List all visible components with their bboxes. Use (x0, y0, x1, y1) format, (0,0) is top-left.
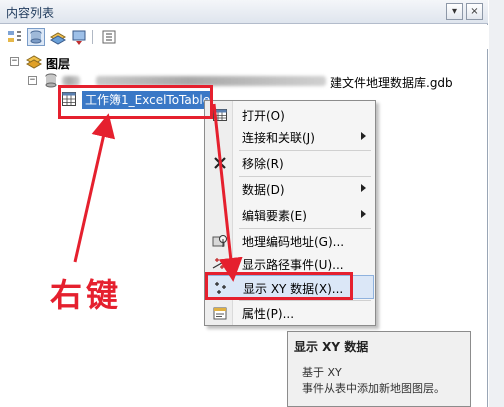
annotation-right-click: 右键 (50, 276, 123, 314)
scrollbar-edge (489, 0, 504, 407)
arrow-to-table (73, 113, 116, 263)
arrow-to-xy-data (212, 103, 243, 282)
annotation-arrows (73, 103, 243, 282)
